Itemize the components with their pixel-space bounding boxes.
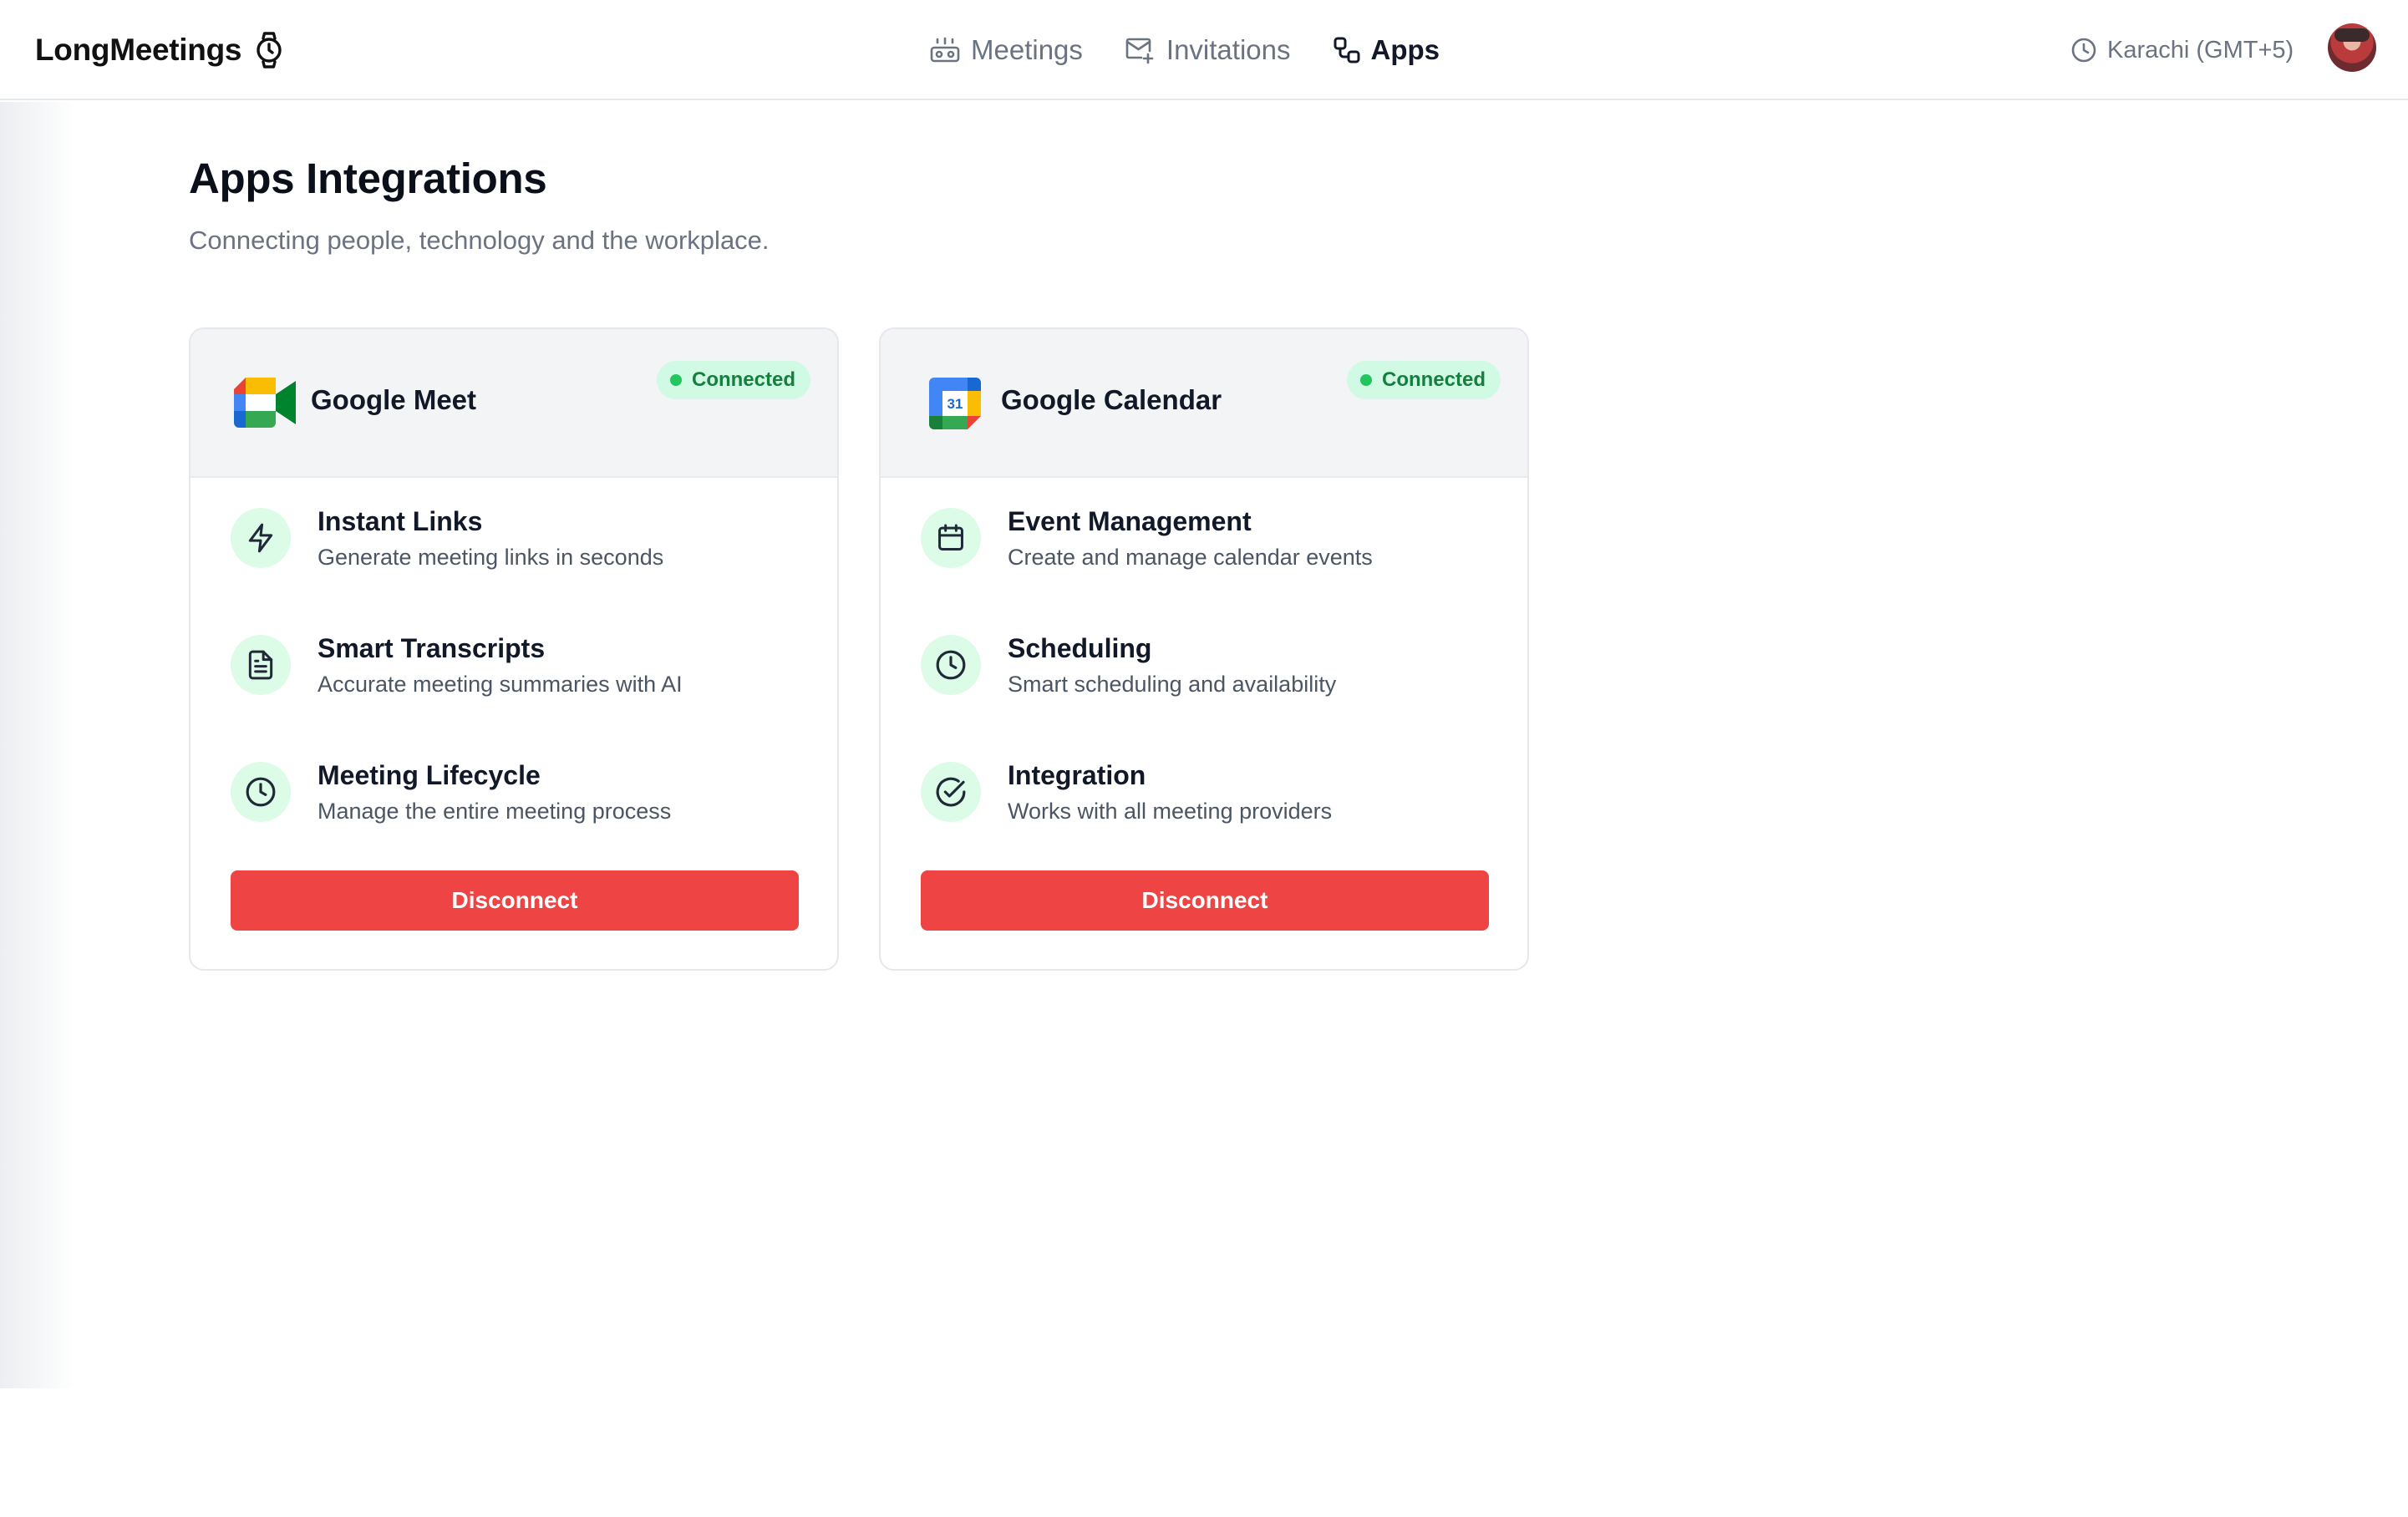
clock-icon <box>2071 38 2096 63</box>
feature-item: Meeting Lifecycle Manage the entire meet… <box>231 760 799 827</box>
nav-meetings[interactable]: Meetings <box>929 34 1083 66</box>
card-title: Google Calendar <box>1001 384 1222 415</box>
calendar-icon <box>921 508 981 568</box>
top-navigation-bar: LongMeetings Meetings Invitations Apps K… <box>0 0 2408 100</box>
feature-item: Scheduling Smart scheduling and availabi… <box>921 633 1489 700</box>
nav-apps[interactable]: Apps <box>1333 34 1440 66</box>
feature-title: Smart Transcripts <box>318 633 546 663</box>
timezone-indicator[interactable]: Karachi (GMT+5) <box>2070 0 2294 100</box>
google-calendar-card: 31 Google Calendar Connected Event Manag… <box>879 327 1529 971</box>
feature-title: Event Management <box>1008 506 1252 536</box>
meetings-icon <box>930 37 960 63</box>
status-dot <box>669 374 682 386</box>
card-header: 31 Google Calendar Connected <box>881 329 1527 478</box>
status-badge: Connected <box>1346 361 1501 399</box>
disconnect-button[interactable]: Disconnect <box>921 870 1489 931</box>
document-icon <box>231 635 291 695</box>
card-header: Google Meet Connected <box>191 329 837 478</box>
main-nav: Meetings Invitations Apps <box>929 0 1440 100</box>
status-label: Connected <box>1381 368 1486 391</box>
google-meet-card: Google Meet Connected Instant Links Gene… <box>189 327 839 971</box>
mail-icon <box>1125 38 1154 64</box>
brand-logo[interactable]: LongMeetings <box>35 0 283 100</box>
check-circle-icon <box>921 762 981 822</box>
clock-icon <box>921 635 981 695</box>
lightning-icon <box>231 508 291 568</box>
feature-item: Smart Transcripts Accurate meeting summa… <box>231 633 799 700</box>
google-meet-logo <box>234 378 296 432</box>
calendar-date-text: 31 <box>947 396 963 412</box>
avatar[interactable] <box>2328 23 2376 72</box>
nav-apps-label: Apps <box>1370 34 1440 65</box>
google-calendar-logo: 31 <box>929 378 981 434</box>
disconnect-button[interactable]: Disconnect <box>231 870 799 931</box>
status-badge: Connected <box>656 361 810 399</box>
feature-description: Works with all meeting providers <box>1008 799 1333 824</box>
feature-title: Scheduling <box>1008 633 1152 663</box>
nav-invitations[interactable]: Invitations <box>1125 34 1291 66</box>
feature-title: Instant Links <box>318 506 483 536</box>
watch-icon <box>255 31 283 69</box>
clock-icon <box>231 762 291 822</box>
status-dot <box>1359 374 1372 386</box>
page-subtitle: Connecting people, technology and the wo… <box>189 226 770 255</box>
brand-name: LongMeetings <box>35 33 242 67</box>
page-title: Apps Integrations <box>189 155 547 202</box>
timezone-label: Karachi (GMT+5) <box>2107 36 2294 63</box>
nav-meetings-label: Meetings <box>971 34 1083 65</box>
feature-description: Generate meeting links in seconds <box>318 545 664 570</box>
feature-item: Instant Links Generate meeting links in … <box>231 506 799 573</box>
feature-description: Accurate meeting summaries with AI <box>318 672 683 697</box>
apps-icon <box>1334 37 1359 63</box>
feature-description: Manage the entire meeting process <box>318 799 672 824</box>
feature-description: Smart scheduling and availability <box>1008 672 1337 697</box>
left-edge-shadow <box>0 102 75 1388</box>
feature-title: Integration <box>1008 760 1146 790</box>
feature-title: Meeting Lifecycle <box>318 760 541 790</box>
feature-item: Event Management Create and manage calen… <box>921 506 1489 573</box>
status-label: Connected <box>691 368 795 391</box>
feature-description: Create and manage calendar events <box>1008 545 1373 570</box>
nav-invitations-label: Invitations <box>1166 34 1291 65</box>
feature-item: Integration Works with all meeting provi… <box>921 760 1489 827</box>
card-title: Google Meet <box>311 384 477 415</box>
